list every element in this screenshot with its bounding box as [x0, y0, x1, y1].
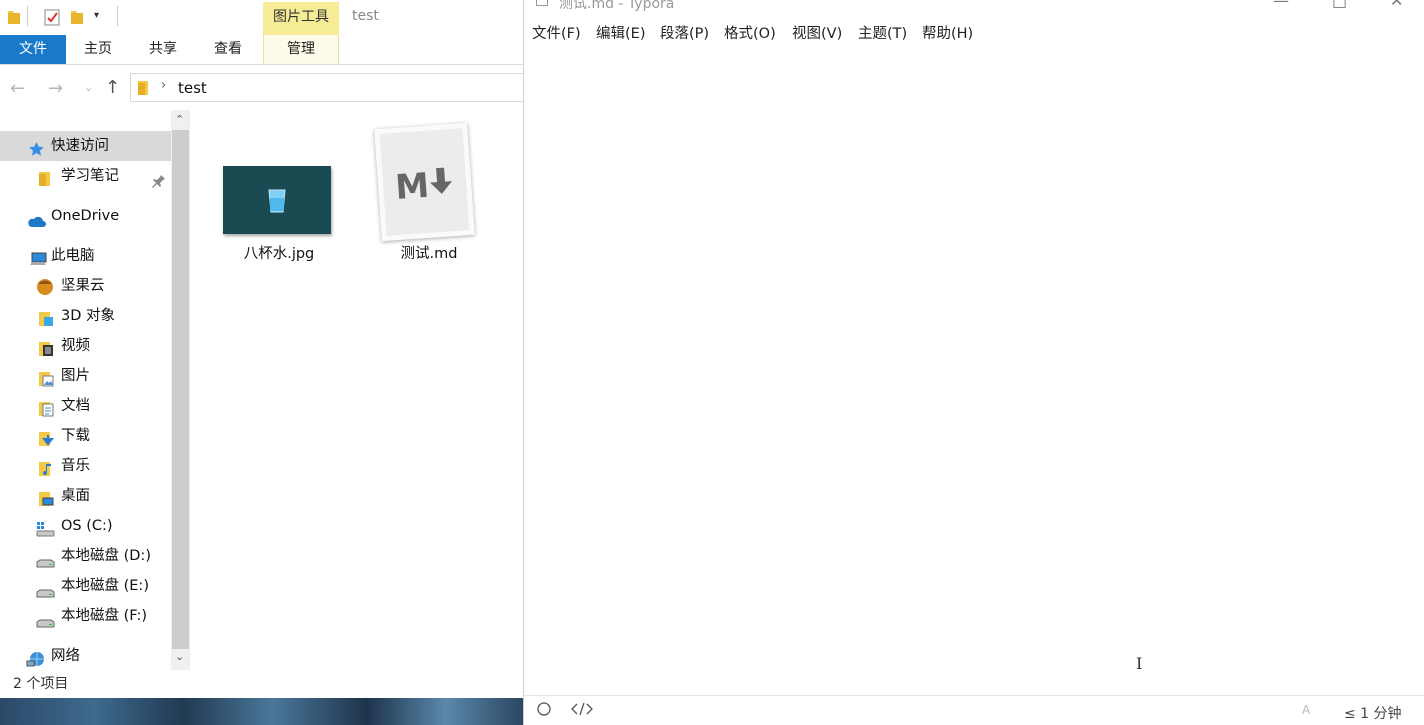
typora-window: 测试.md - Typora — □ ✕ 文件(F) 编辑(E) 段落(P) 格… — [523, 0, 1424, 725]
close-icon[interactable]: ✕ — [1390, 0, 1403, 10]
typora-app-icon — [536, 0, 548, 6]
up-arrow-icon[interactable]: ↑ — [105, 77, 120, 98]
image-thumbnail — [223, 166, 331, 234]
tab-share[interactable]: 共享 — [136, 35, 190, 64]
tab-view[interactable]: 查看 — [201, 35, 255, 64]
nav-item-drive-c[interactable]: OS (C:) — [0, 511, 171, 541]
menu-help[interactable]: 帮助(H) — [922, 22, 973, 43]
minimize-icon[interactable]: — — [1273, 0, 1289, 10]
nav-item-music[interactable]: 音乐 — [0, 451, 171, 481]
word-count[interactable]: ≤ 1 分钟 — [1344, 703, 1402, 723]
nav-item-drive-e[interactable]: 本地磁盘 (E:) — [0, 571, 171, 601]
markdown-icon: M — [374, 122, 475, 242]
nav-item-downloads[interactable]: 下载 — [0, 421, 171, 451]
address-bar[interactable]: › test — [130, 73, 524, 102]
window-title: 测试.md - Typora — [559, 0, 675, 12]
folder-icon — [137, 80, 149, 100]
status-footer: A ≤ 1 分钟 — [524, 695, 1424, 725]
desktop-icon — [38, 488, 55, 506]
menu-view[interactable]: 视图(V) — [792, 22, 842, 43]
text-cursor-icon: I — [1136, 654, 1143, 673]
breadcrumb-separator-icon[interactable]: › — [161, 78, 166, 93]
computer-icon — [29, 248, 47, 265]
nav-item-drive-f[interactable]: 本地磁盘 (F:) — [0, 601, 171, 631]
download-icon — [38, 428, 55, 446]
navigation-pane: 快速访问 学习笔记 OneDrive 此电脑 坚果云 3D 对象 视频 图片 文… — [0, 110, 190, 670]
documents-icon — [38, 398, 55, 417]
file-item-md[interactable]: M 测试.md — [364, 110, 494, 270]
network-icon — [26, 648, 46, 667]
nav-item-onedrive[interactable]: OneDrive — [0, 201, 171, 231]
folder-icon — [7, 9, 21, 29]
spellcheck-icon[interactable]: A — [1302, 703, 1310, 717]
ribbon-tabs: 文件 主页 共享 查看 管理 — [0, 35, 524, 65]
window-title: test — [352, 8, 379, 24]
star-icon — [28, 138, 45, 156]
maximize-icon[interactable]: □ — [1332, 0, 1347, 10]
scrollbar-thumb[interactable] — [172, 130, 189, 649]
source-code-icon[interactable] — [571, 701, 593, 721]
breadcrumb-current[interactable]: test — [178, 79, 207, 97]
menu-theme[interactable]: 主题(T) — [858, 22, 907, 43]
drive-icon — [36, 580, 55, 598]
desktop-wallpaper — [0, 698, 524, 725]
nav-item-desktop[interactable]: 桌面 — [0, 481, 171, 511]
folder-icon — [38, 168, 55, 186]
drive-icon — [36, 610, 55, 628]
nav-item-pictures[interactable]: 图片 — [0, 361, 171, 391]
video-icon — [38, 338, 55, 356]
nut-icon — [35, 276, 55, 296]
scroll-up-chevron-icon[interactable]: ⌃ — [175, 113, 184, 126]
nav-item-study-notes[interactable]: 学习笔记 — [0, 161, 171, 191]
toolbar-divider — [27, 6, 28, 26]
nav-item-drive-d[interactable]: 本地磁盘 (D:) — [0, 541, 171, 571]
file-item-jpg[interactable]: 八杯水.jpg — [192, 110, 362, 270]
objects-3d-icon — [38, 308, 55, 326]
pin-icon[interactable] — [152, 169, 166, 199]
nav-item-videos[interactable]: 视频 — [0, 331, 171, 361]
file-name: 八杯水.jpg — [243, 246, 315, 262]
nav-pane-scrollbar[interactable]: ⌃ ⌄ — [171, 110, 190, 670]
nav-item-network[interactable]: 网络 — [0, 641, 171, 671]
menu-format[interactable]: 格式(O) — [724, 22, 776, 43]
svg-text:M: M — [394, 166, 431, 208]
file-view: 八杯水.jpg M 测试.md — [192, 110, 524, 670]
nav-item-this-pc[interactable]: 此电脑 — [0, 241, 171, 271]
toolbar-divider — [117, 6, 118, 26]
scroll-down-chevron-icon[interactable]: ⌄ — [175, 650, 184, 663]
recent-locations-chevron-icon[interactable]: ⌄ — [84, 81, 93, 94]
pictures-icon — [38, 368, 55, 387]
nav-item-3d-objects[interactable]: 3D 对象 — [0, 301, 171, 331]
customize-toolbar-icon[interactable]: ▾ — [94, 10, 99, 21]
file-explorer-window: ▾ 图片工具 test 文件 主页 共享 查看 管理 ← → ⌄ ↑ › tes… — [0, 0, 524, 698]
nav-item-documents[interactable]: 文档 — [0, 391, 171, 421]
nav-item-nutstore[interactable]: 坚果云 — [0, 271, 171, 301]
drive-icon — [36, 550, 55, 568]
properties-icon[interactable] — [44, 9, 60, 30]
new-folder-icon[interactable] — [70, 9, 84, 29]
quick-access-toolbar: ▾ 图片工具 test — [0, 0, 524, 35]
back-arrow-icon[interactable]: ← — [10, 78, 25, 99]
forward-arrow-icon[interactable]: → — [48, 78, 63, 99]
tab-home[interactable]: 主页 — [71, 35, 125, 64]
nav-item-quick-access[interactable]: 快速访问 — [0, 131, 171, 161]
tab-file[interactable]: 文件 — [0, 35, 66, 64]
menu-edit[interactable]: 编辑(E) — [596, 22, 645, 43]
cloud-icon — [27, 209, 46, 227]
music-icon — [38, 458, 55, 476]
menu-file[interactable]: 文件(F) — [532, 22, 581, 43]
menu-paragraph[interactable]: 段落(P) — [660, 22, 709, 43]
status-bar: 2 个项目 — [13, 676, 69, 692]
file-name: 测试.md — [400, 246, 458, 262]
outline-toggle-icon[interactable] — [536, 701, 552, 721]
windows-drive-icon — [36, 518, 55, 537]
contextual-tab-group-label: 图片工具 — [263, 2, 339, 35]
editor-area[interactable]: I — [524, 50, 1424, 693]
tab-manage[interactable]: 管理 — [263, 35, 339, 64]
